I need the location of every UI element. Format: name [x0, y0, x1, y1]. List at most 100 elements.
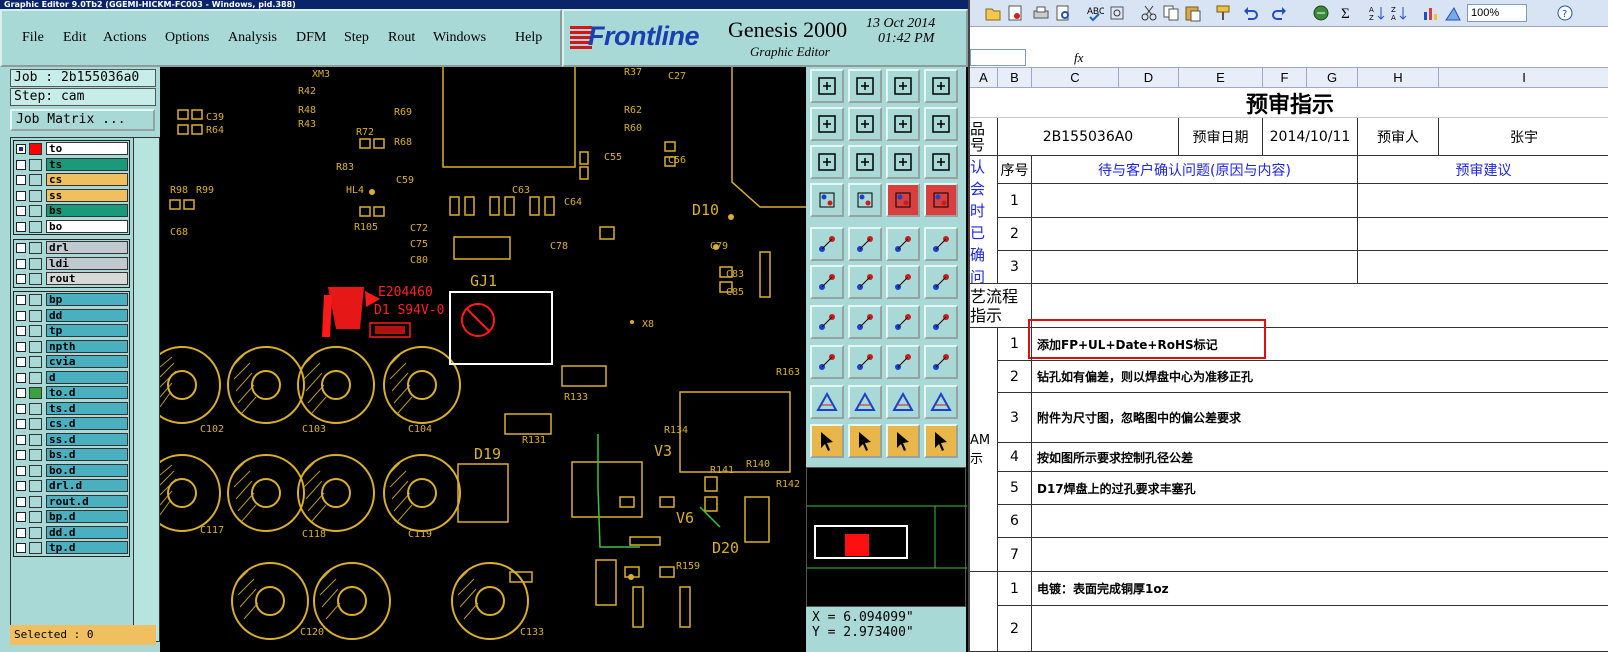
suggestion-header[interactable]: 预审建议: [1358, 156, 1608, 184]
redo-icon[interactable]: [1270, 4, 1288, 22]
layer-row[interactable]: dd.d: [14, 525, 129, 541]
layer-name[interactable]: ldi: [46, 256, 128, 270]
layer-color-swatch[interactable]: [29, 143, 42, 155]
layer-checkbox[interactable]: [16, 372, 26, 383]
layer-row[interactable]: ss: [14, 188, 129, 204]
layer-scrollbar[interactable]: [133, 138, 159, 641]
layer-color-swatch[interactable]: [29, 402, 42, 415]
copy-shape-button[interactable]: [924, 345, 958, 379]
ruler-button[interactable]: [886, 227, 920, 261]
format-painter-icon[interactable]: [1214, 4, 1232, 22]
worksheet[interactable]: A B C D E F G H I 预审指示 品号 2B155036A0 预审日…: [970, 68, 1608, 652]
layer-checkbox[interactable]: [16, 465, 26, 476]
question-header[interactable]: 待与客户确认问题(原因与内容): [1032, 156, 1358, 184]
layer-name[interactable]: bo: [46, 219, 128, 233]
sort-ascending-icon[interactable]: AZ: [1368, 4, 1386, 22]
layer-checkbox[interactable]: [16, 543, 26, 553]
layer-name[interactable]: to.d: [46, 386, 128, 399]
function-label[interactable]: fx: [1074, 48, 1083, 67]
cam-block-label[interactable]: AM示: [970, 328, 998, 572]
select-area-button[interactable]: [886, 424, 920, 458]
layer-checkbox[interactable]: [16, 274, 26, 284]
layer-name[interactable]: ss: [46, 188, 128, 202]
layer-row[interactable]: cvia: [14, 354, 129, 370]
layer-name[interactable]: bp: [46, 293, 128, 306]
layer-row[interactable]: bs.d: [14, 447, 129, 463]
layer-color-swatch[interactable]: [29, 495, 42, 508]
menu-edit[interactable]: Edit: [63, 30, 86, 46]
layer-color-swatch[interactable]: [29, 242, 42, 254]
layer-display-red-2-button[interactable]: [924, 183, 958, 217]
zoom-select[interactable]: 100%: [1467, 4, 1527, 22]
cam-row-text[interactable]: [1032, 505, 1608, 538]
connect-nodes-button[interactable]: [810, 265, 844, 299]
col-header-g[interactable]: G: [1307, 68, 1358, 88]
layer-name[interactable]: npth: [46, 339, 128, 353]
review-date-cell[interactable]: 2014/10/11: [1263, 118, 1358, 156]
layer-row[interactable]: tp.d: [14, 540, 129, 556]
confirm-row-no[interactable]: 2: [998, 218, 1032, 251]
circle-pad-button[interactable]: [924, 227, 958, 261]
part-number-cell[interactable]: 2B155036A0: [998, 118, 1179, 156]
confirm-row-suggestion[interactable]: [1358, 218, 1608, 251]
layer-name[interactable]: bo.d: [46, 463, 128, 477]
research-icon[interactable]: [1108, 4, 1126, 22]
refresh-button[interactable]: [886, 107, 920, 141]
pcb-canvas[interactable]: XM3 R42 R48 R43 R72 R69 R68 R83 C59 C39 …: [160, 67, 806, 652]
layer-checkbox[interactable]: [16, 388, 26, 398]
permission-icon[interactable]: [1006, 4, 1024, 22]
copy-icon[interactable]: [1162, 4, 1180, 22]
confirm-row-question[interactable]: [1032, 218, 1358, 251]
sort-descending-icon[interactable]: ZA: [1390, 4, 1408, 22]
select-pointer-button[interactable]: [810, 424, 844, 458]
horizontal-line-button[interactable]: [848, 345, 882, 379]
confirm-row-no[interactable]: 3: [998, 251, 1032, 284]
col-header-a[interactable]: A: [970, 68, 998, 88]
layer-color-swatch[interactable]: [29, 387, 42, 399]
hyperlink-icon[interactable]: [1312, 4, 1330, 22]
layer-name[interactable]: bs: [46, 204, 128, 217]
layer-color-swatch[interactable]: [29, 526, 42, 539]
layer-name[interactable]: ts: [46, 157, 128, 171]
plating-row-text[interactable]: [1032, 606, 1608, 652]
delete-node-button[interactable]: [848, 265, 882, 299]
layer-checkbox[interactable]: [16, 221, 26, 232]
layer-color-swatch[interactable]: [29, 356, 42, 368]
col-header-h[interactable]: H: [1358, 68, 1439, 88]
layer-checkbox[interactable]: [16, 190, 26, 201]
sheet-title[interactable]: 预审指示: [970, 88, 1608, 118]
layer-name[interactable]: ts.d: [46, 401, 128, 415]
help-query-button[interactable]: [924, 145, 958, 179]
layer-checkbox[interactable]: [16, 512, 26, 522]
menu-windows[interactable]: Windows: [433, 30, 486, 46]
seq-header[interactable]: 序号: [998, 156, 1032, 184]
confirm-row-suggestion[interactable]: [1358, 251, 1608, 284]
layer-color-swatch[interactable]: [29, 158, 42, 171]
layer-color-swatch[interactable]: [29, 205, 42, 217]
layer-checkbox[interactable]: [16, 326, 26, 336]
layer-color-swatch[interactable]: [29, 257, 42, 270]
paste-icon[interactable]: [1184, 4, 1202, 22]
layer-color-swatch[interactable]: [29, 325, 42, 337]
layer-checkbox[interactable]: [16, 403, 26, 414]
angle-tool-button[interactable]: [810, 305, 844, 339]
layer-row[interactable]: npth: [14, 339, 129, 355]
layer-color-swatch[interactable]: [29, 273, 42, 285]
review-date-label[interactable]: 预审日期: [1179, 118, 1263, 156]
menu-dfm[interactable]: DFM: [296, 30, 326, 46]
cam-row-text[interactable]: 钻孔如有偏差，则以焊盘中心为准移正孔: [1032, 361, 1608, 393]
layer-checkbox[interactable]: [16, 295, 26, 305]
cam-row-no[interactable]: 4: [998, 443, 1032, 472]
menu-help[interactable]: Help: [515, 30, 542, 46]
layer-row[interactable]: ldi: [14, 256, 129, 272]
confirm-row-question[interactable]: [1032, 251, 1358, 284]
layer-row[interactable]: ss.d: [14, 432, 129, 448]
plating-row-no[interactable]: 2: [998, 606, 1032, 652]
layer-name[interactable]: cs: [46, 173, 128, 186]
autosum-icon[interactable]: Σ: [1338, 4, 1356, 22]
layer-checkbox[interactable]: [16, 159, 26, 170]
layer-color-swatch[interactable]: [29, 542, 42, 554]
layer-checkbox[interactable]: [16, 496, 26, 507]
layer-row[interactable]: bo.d: [14, 463, 129, 479]
layer-checkbox[interactable]: [16, 144, 26, 154]
